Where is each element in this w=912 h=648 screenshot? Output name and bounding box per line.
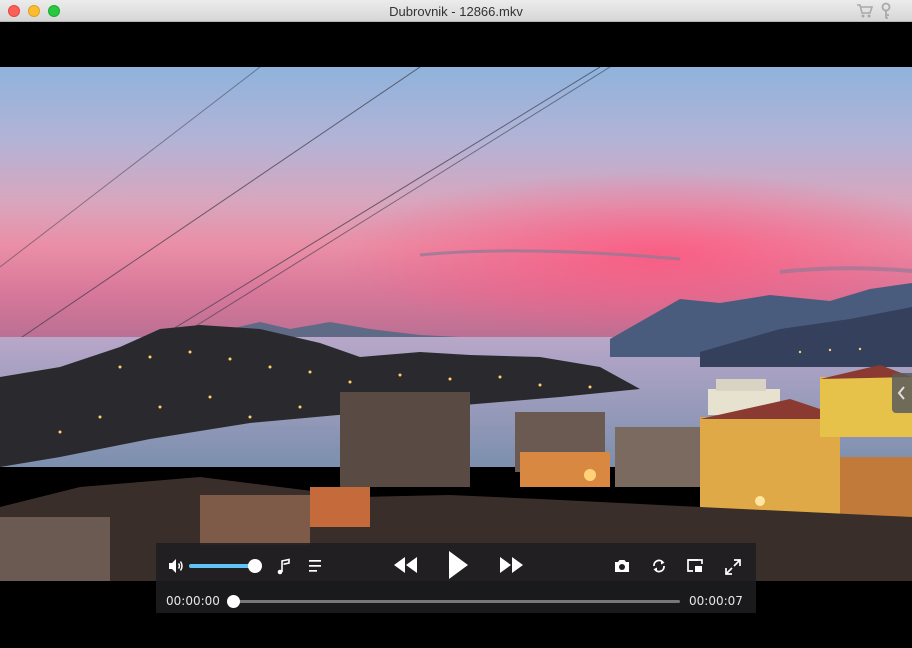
cart-icon[interactable] xyxy=(856,2,874,20)
playlist-icon[interactable] xyxy=(308,558,324,574)
title-bar: Dubrovnik - 12866.mkv xyxy=(0,0,912,22)
volume-icon[interactable] xyxy=(167,557,185,575)
rewind-icon[interactable] xyxy=(392,555,420,575)
seek-knob[interactable] xyxy=(227,595,240,608)
picture-in-picture-icon[interactable] xyxy=(686,558,704,574)
seek-bar[interactable] xyxy=(227,595,680,608)
video-frame[interactable] xyxy=(0,67,912,581)
fullscreen-icon[interactable] xyxy=(724,558,742,576)
volume-knob[interactable] xyxy=(248,559,262,573)
video-image xyxy=(0,67,912,581)
camera-icon[interactable] xyxy=(613,558,631,574)
fast-forward-icon[interactable] xyxy=(497,555,525,575)
volume-slider[interactable] xyxy=(189,559,262,573)
sidebar-toggle-icon xyxy=(897,386,905,400)
play-icon[interactable] xyxy=(445,549,471,581)
current-time: 00:00:00 xyxy=(166,594,220,608)
music-note-icon[interactable] xyxy=(276,558,292,576)
key-icon[interactable] xyxy=(879,2,893,20)
volume-level xyxy=(189,564,255,568)
control-bar: 00:00:00 00:00:07 xyxy=(156,543,756,613)
sidebar-toggle-button[interactable] xyxy=(892,373,912,413)
window-title: Dubrovnik - 12866.mkv xyxy=(389,4,523,19)
total-time: 00:00:07 xyxy=(689,594,743,608)
loop-icon[interactable] xyxy=(650,557,668,575)
